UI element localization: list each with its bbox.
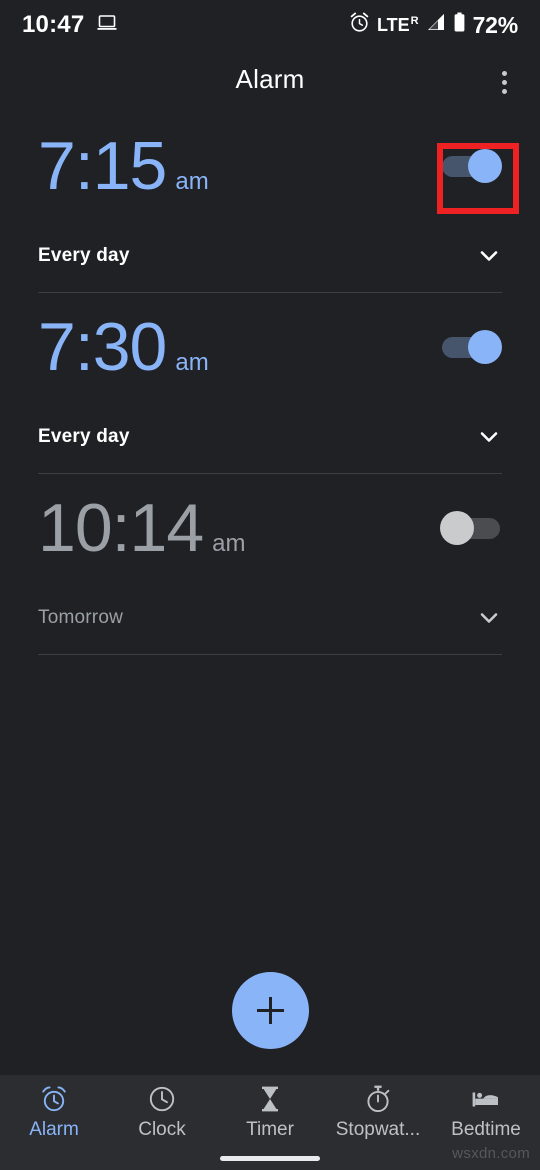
alarm-time[interactable]: 7:30 am [38, 313, 209, 381]
alarm-schedule-row: Every day [38, 401, 502, 473]
status-bar-left: 10:47 [22, 11, 119, 39]
alarm-item[interactable]: 7:15 am Every day [0, 112, 540, 293]
laptop-icon [97, 14, 119, 37]
alarm-schedule-label: Every day [38, 426, 130, 447]
tab-label: Bedtime [451, 1119, 521, 1140]
alarm-time-row: 10:14 am [38, 474, 502, 582]
alarm-clock-icon [39, 1084, 69, 1114]
tab-label: Alarm [29, 1119, 79, 1140]
tab-bedtime[interactable]: Bedtime [432, 1084, 540, 1141]
alarm-time-meridiem: am [175, 168, 209, 195]
signal-bars-icon [426, 13, 446, 37]
plus-icon [269, 997, 272, 1024]
watermark: wsxdn.com [452, 1145, 530, 1162]
toggle-thumb [468, 149, 502, 183]
menu-dot [501, 79, 507, 85]
alarm-time-meridiem: am [212, 530, 246, 557]
home-indicator[interactable] [220, 1156, 320, 1161]
stopwatch-icon [363, 1084, 393, 1114]
more-options-icon[interactable] [486, 64, 522, 100]
tab-alarm[interactable]: Alarm [0, 1084, 108, 1141]
hourglass-icon [255, 1084, 285, 1114]
roaming-indicator: R [410, 15, 419, 27]
tab-stopwatch[interactable]: Stopwat... [324, 1084, 432, 1141]
alarm-time-value: 10:14 [38, 490, 204, 566]
network-type-label: LTE R [376, 15, 419, 35]
alarm-time-value: 7:30 [38, 309, 167, 385]
alarm-item[interactable]: 10:14 am Tomorrow [0, 474, 540, 655]
toggle-thumb [468, 330, 502, 364]
menu-dot [501, 88, 507, 94]
tab-timer[interactable]: Timer [216, 1084, 324, 1141]
alarm-list: 7:15 am Every day 7:30 am Every day 10:1… [0, 112, 540, 655]
list-divider [38, 654, 502, 655]
alarm-schedule-row: Every day [38, 220, 502, 292]
chevron-down-icon[interactable] [476, 424, 502, 450]
tab-clock[interactable]: Clock [108, 1084, 216, 1141]
alarm-toggle[interactable] [440, 330, 502, 364]
alarm-item[interactable]: 7:30 am Every day [0, 293, 540, 474]
battery-percentage: 72% [472, 11, 519, 38]
page-title: Alarm [235, 64, 305, 94]
alarm-time-row: 7:30 am [38, 293, 502, 401]
alarm-toggle[interactable] [440, 149, 502, 183]
status-bar: 10:47 LTE R 72% [0, 0, 540, 50]
add-alarm-button[interactable] [232, 972, 309, 1049]
tab-label: Clock [138, 1119, 186, 1140]
toggle-thumb [440, 511, 474, 545]
alarm-schedule-row: Tomorrow [38, 582, 502, 654]
tab-label: Timer [246, 1119, 294, 1140]
chevron-down-icon[interactable] [476, 605, 502, 631]
alarm-schedule-label: Every day [38, 245, 130, 266]
alarm-clock-icon [349, 12, 370, 38]
clock-icon [147, 1084, 177, 1114]
tab-label: Stopwat... [335, 1119, 421, 1140]
alarm-time-row: 7:15 am [38, 112, 502, 220]
chevron-down-icon[interactable] [476, 243, 502, 269]
alarm-schedule-label: Tomorrow [38, 607, 124, 628]
status-bar-clock: 10:47 [22, 11, 85, 38]
alarm-toggle[interactable] [440, 511, 502, 545]
alarm-app-screen: 10:47 LTE R 72% Alarm 7:15 am Every day … [0, 0, 540, 1170]
menu-dot [501, 70, 507, 76]
app-bar: Alarm [0, 50, 540, 112]
battery-icon [453, 12, 466, 38]
alarm-time[interactable]: 7:15 am [38, 132, 209, 200]
status-bar-right: LTE R 72% [349, 12, 518, 39]
alarm-time[interactable]: 10:14 am [38, 494, 246, 562]
bed-icon [471, 1084, 501, 1114]
alarm-time-meridiem: am [175, 349, 209, 376]
alarm-time-value: 7:15 [38, 128, 167, 204]
